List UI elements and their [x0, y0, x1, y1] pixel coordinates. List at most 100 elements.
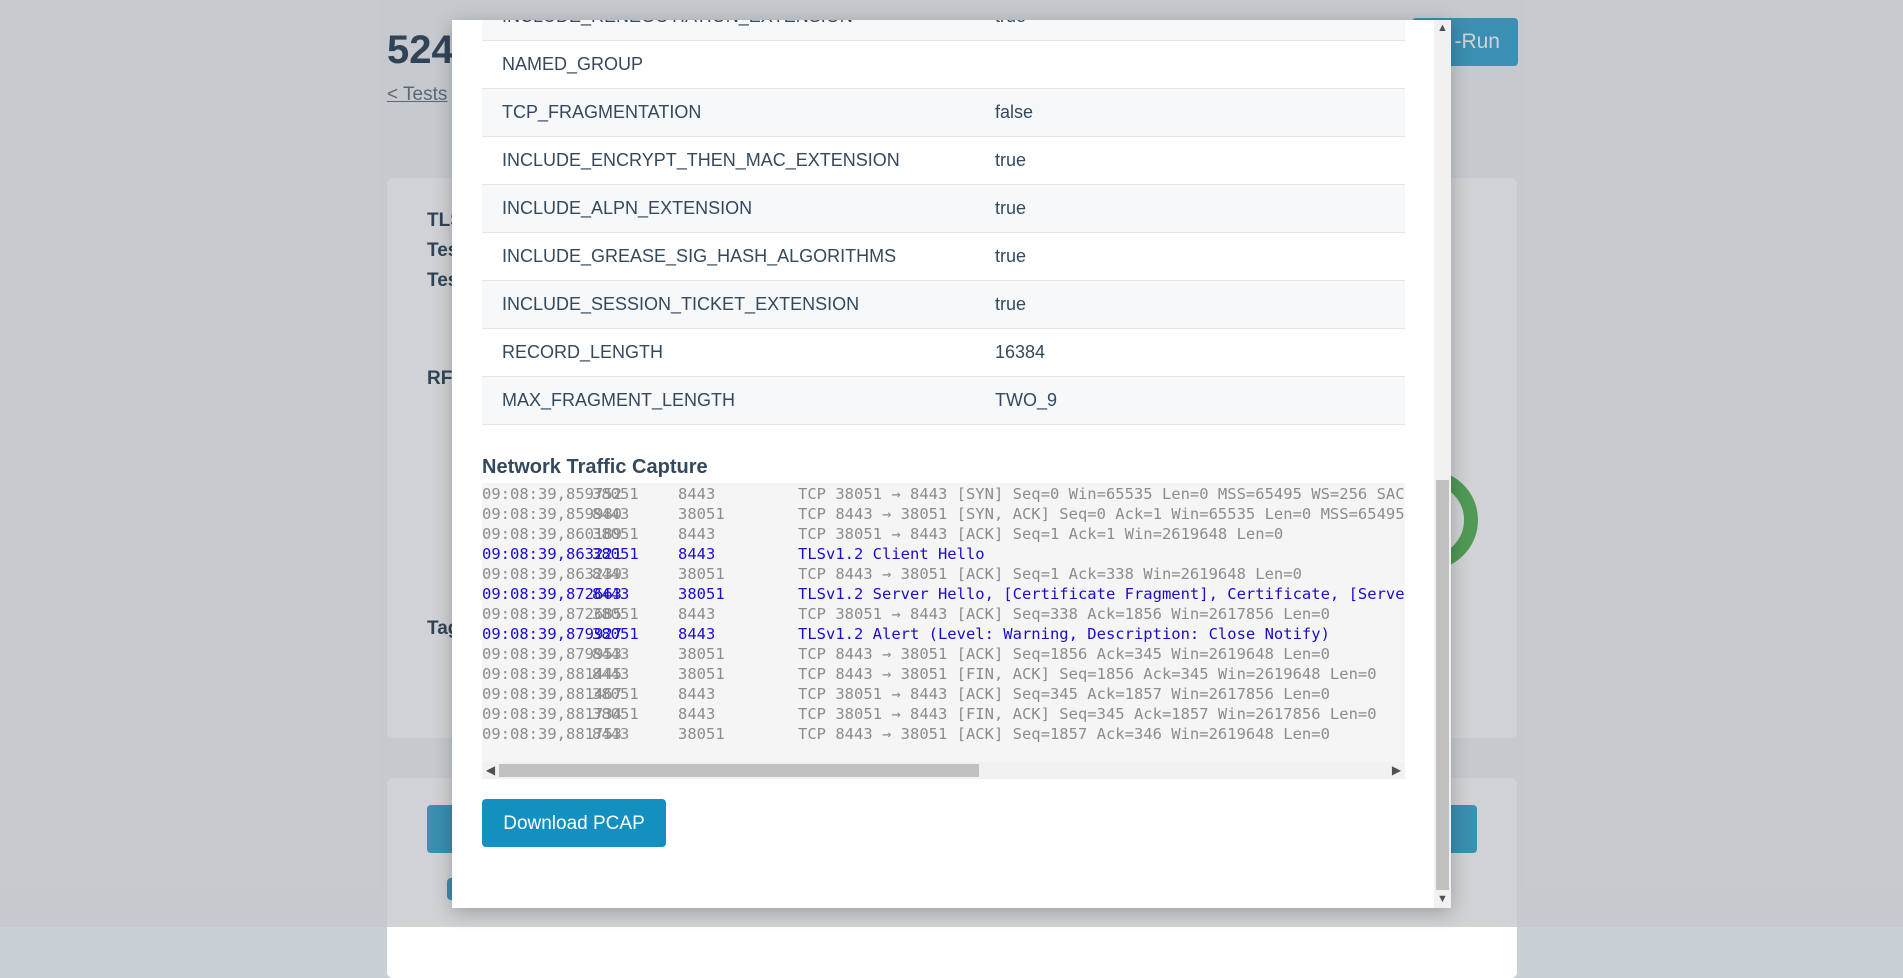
capture-line: 09:08:39,87992738051 8443 TLSv1.2 Alert (L… — [482, 624, 1405, 644]
parameter-value: true — [975, 136, 1405, 185]
parameter-name: TCP_FRAGMENTATION — [482, 88, 975, 137]
capture-destination-port: 38051 — [678, 645, 725, 663]
capture-time: 09:08:39,881445 — [482, 665, 622, 683]
vertical-scroll-thumb[interactable] — [1436, 480, 1449, 890]
capture-info: TCP 8443 → 38051 [FIN, ACK] Seq=1856 Ack… — [798, 665, 1377, 683]
parameter-row: NAMED_GROUP — [482, 40, 1405, 89]
capture-time: 09:08:39,881467 — [482, 685, 622, 703]
capture-destination-port: 38051 — [678, 665, 725, 683]
capture-destination-port: 38051 — [678, 565, 725, 583]
capture-line: 09:08:39,8817538443 38051 TCP 8443 → 38051… — [482, 724, 1405, 744]
test-details-modal: INCLUDE_RENEGOTIATION_EXTENSIONtrueNAMED… — [452, 20, 1451, 908]
capture-line: 09:08:39,8814458443 38051 TCP 8443 → 38051… — [482, 664, 1405, 684]
parameter-name: INCLUDE_GREASE_SIG_HASH_ALGORITHMS — [482, 232, 975, 281]
parameter-row: INCLUDE_ENCRYPT_THEN_MAC_EXTENSION true — [482, 136, 1405, 185]
parameter-value: true — [975, 20, 1405, 41]
parameter-name: MAX_FRAGMENT_LENGTH — [482, 376, 975, 425]
parameter-name: INCLUDE_SESSION_TICKET_EXTENSION — [482, 280, 975, 329]
capture-source-port: 8443 — [592, 585, 630, 603]
parameter-row: RECORD_LENGTH 16384 — [482, 328, 1405, 377]
capture-lines: 09:08:39,85975238051 8443 TCP 38051 → 8443… — [482, 484, 1405, 744]
capture-time: 09:08:39,872663 — [482, 585, 622, 603]
parameter-name: INCLUDE_ENCRYPT_THEN_MAC_EXTENSION — [482, 136, 975, 185]
capture-source-port: 38051 — [592, 705, 639, 723]
capture-source-port: 38051 — [592, 485, 639, 503]
capture-destination-port: 38051 — [678, 505, 725, 523]
capture-info: TCP 8443 → 38051 [ACK] Seq=1857 Ack=346 … — [798, 725, 1330, 743]
capture-source-port: 38051 — [592, 545, 639, 563]
capture-destination-port: 8443 — [678, 685, 716, 703]
capture-destination-port: 8443 — [678, 605, 716, 623]
capture-source-port: 8443 — [592, 565, 630, 583]
capture-line: 09:08:39,8726638443 38051 TLSv1.2 Server H… — [482, 584, 1405, 604]
capture-line: 09:08:39,85975238051 8443 TCP 38051 → 8443… — [482, 484, 1405, 504]
parameter-value — [975, 40, 1405, 89]
scroll-down-icon[interactable]: ▼ — [1434, 891, 1451, 908]
capture-info: TCP 38051 → 8443 [ACK] Seq=338 Ack=1856 … — [798, 605, 1330, 623]
capture-time: 09:08:39,872685 — [482, 605, 622, 623]
capture-line: 09:08:39,8632398443 38051 TCP 8443 → 38051… — [482, 564, 1405, 584]
capture-info: TLSv1.2 Server Hello, [Certificate Fragm… — [798, 585, 1405, 603]
parameter-value: true — [975, 184, 1405, 233]
capture-time: 09:08:39,879953 — [482, 645, 622, 663]
capture-source-port: 38051 — [592, 525, 639, 543]
scroll-right-icon[interactable]: ▶ — [1388, 762, 1405, 779]
download-pcap-button[interactable]: Download PCAP — [482, 799, 666, 847]
capture-info: TCP 8443 → 38051 [ACK] Seq=1 Ack=338 Win… — [798, 565, 1302, 583]
parameter-row: INCLUDE_RENEGOTIATION_EXTENSIONtrue — [482, 20, 1405, 41]
capture-info: TCP 8443 → 38051 [SYN, ACK] Seq=0 Ack=1 … — [798, 505, 1405, 523]
capture-info: TCP 8443 → 38051 [ACK] Seq=1856 Ack=345 … — [798, 645, 1330, 663]
capture-line: 09:08:39,88173438051 8443 TCP 38051 → 8443… — [482, 704, 1405, 724]
parameter-row: INCLUDE_GREASE_SIG_HASH_ALGORITHMS true — [482, 232, 1405, 281]
parameter-name: RECORD_LENGTH — [482, 328, 975, 377]
capture-title: Network Traffic Capture — [482, 456, 708, 478]
scroll-left-icon[interactable]: ◀ — [482, 762, 499, 779]
parameter-value: TWO_9 — [975, 376, 1405, 425]
capture-line: 09:08:39,8599808443 38051 TCP 8443 → 38051… — [482, 504, 1405, 524]
capture-line: 09:08:39,86018938051 8443 TCP 38051 → 8443… — [482, 524, 1405, 544]
capture-time: 09:08:39,881753 — [482, 725, 622, 743]
capture-info: TCP 38051 → 8443 [ACK] Seq=345 Ack=1857 … — [798, 685, 1330, 703]
capture-info: TLSv1.2 Client Hello — [798, 545, 985, 563]
parameter-name: NAMED_GROUP — [482, 40, 975, 89]
capture-time: 09:08:39,863221 — [482, 545, 622, 563]
parameter-row: TCP_FRAGMENTATION false — [482, 88, 1405, 137]
capture-time: 09:08:39,863239 — [482, 565, 622, 583]
parameter-name: INCLUDE_RENEGOTIATION_EXTENSION — [482, 20, 975, 41]
horizontal-scroll-thumb[interactable] — [499, 764, 979, 777]
capture-source-port: 38051 — [592, 625, 639, 643]
parameter-value: 16384 — [975, 328, 1405, 377]
parameters-table: INCLUDE_RENEGOTIATION_EXTENSIONtrueNAMED… — [482, 20, 1405, 425]
capture-source-port: 8443 — [592, 645, 630, 663]
capture-time: 09:08:39,859752 — [482, 485, 622, 503]
capture-destination-port: 8443 — [678, 525, 716, 543]
capture-destination-port: 8443 — [678, 625, 716, 643]
capture-time: 09:08:39,859980 — [482, 505, 622, 523]
capture-destination-port: 38051 — [678, 725, 725, 743]
capture-line: 09:08:39,86322138051 8443 TLSv1.2 Client H… — [482, 544, 1405, 564]
scroll-up-icon[interactable]: ▲ — [1434, 20, 1451, 37]
capture-info: TLSv1.2 Alert (Level: Warning, Descripti… — [798, 625, 1330, 643]
capture-destination-port: 8443 — [678, 485, 716, 503]
horizontal-scrollbar[interactable]: ◀ ▶ — [482, 762, 1405, 779]
capture-line: 09:08:39,88146738051 8443 TCP 38051 → 8443… — [482, 684, 1405, 704]
capture-source-port: 38051 — [592, 685, 639, 703]
parameter-name: INCLUDE_ALPN_EXTENSION — [482, 184, 975, 233]
capture-source-port: 8443 — [592, 665, 630, 683]
capture-time: 09:08:39,860189 — [482, 525, 622, 543]
parameter-row: MAX_FRAGMENT_LENGTH TWO_9 — [482, 376, 1405, 425]
capture-time: 09:08:39,881734 — [482, 705, 622, 723]
parameter-value: true — [975, 232, 1405, 281]
capture-source-port: 8443 — [592, 505, 630, 523]
modal-vertical-scrollbar[interactable]: ▲ ▼ — [1434, 20, 1451, 908]
capture-info: TCP 38051 → 8443 [FIN, ACK] Seq=345 Ack=… — [798, 705, 1377, 723]
parameter-value: false — [975, 88, 1405, 137]
capture-source-port: 38051 — [592, 605, 639, 623]
parameter-value: true — [975, 280, 1405, 329]
network-capture-panel[interactable]: 09:08:39,85975238051 8443 TCP 38051 → 8443… — [482, 483, 1405, 779]
capture-destination-port: 8443 — [678, 545, 716, 563]
capture-destination-port: 8443 — [678, 705, 716, 723]
capture-source-port: 8443 — [592, 725, 630, 743]
capture-destination-port: 38051 — [678, 585, 725, 603]
capture-info: TCP 38051 → 8443 [SYN] Seq=0 Win=65535 L… — [798, 485, 1405, 503]
